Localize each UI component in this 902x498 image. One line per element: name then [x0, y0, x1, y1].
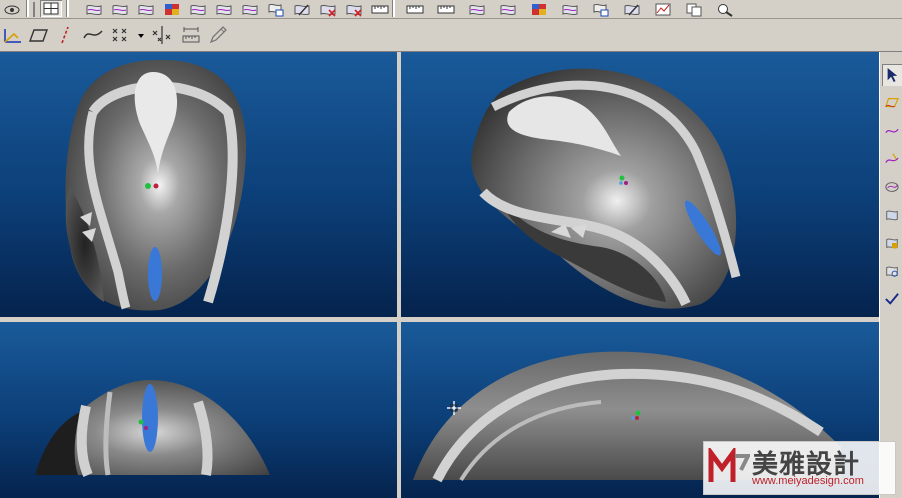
viewport-top-view[interactable]: [0, 52, 397, 317]
surface-delete-icon[interactable]: [344, 1, 364, 17]
sketch-toolbar: [0, 19, 902, 52]
surface-icon[interactable]: [214, 1, 234, 17]
surface-check-icon[interactable]: [882, 176, 902, 198]
viewport-splitter-vertical[interactable]: [397, 52, 401, 498]
surface-edit-icon[interactable]: [292, 1, 312, 17]
surface-icon[interactable]: [560, 1, 580, 17]
surface-copy-icon[interactable]: [266, 1, 286, 17]
toolbar-separator: [392, 0, 395, 17]
surface-icon[interactable]: [110, 1, 130, 17]
select-arrow-icon[interactable]: [882, 64, 902, 86]
axis-icon[interactable]: [1, 24, 25, 46]
ruler-icon[interactable]: [370, 1, 390, 17]
watermark-logo: 美雅設計 www.meiyadesign.com: [703, 441, 896, 495]
mouse-model-front: [35, 380, 270, 478]
move-cursor-icon: [446, 400, 462, 416]
curve-icon[interactable]: [882, 120, 902, 142]
surface-icon[interactable]: [84, 1, 104, 17]
sketch-curve-icon[interactable]: [882, 148, 902, 170]
copy-icon[interactable]: [684, 1, 704, 17]
curve-icon[interactable]: [81, 24, 105, 46]
right-toolbar: [879, 52, 902, 498]
surface-icon[interactable]: [240, 1, 260, 17]
checkmark-icon[interactable]: [882, 288, 902, 310]
surface-delete-icon[interactable]: [318, 1, 338, 17]
plane-icon[interactable]: [27, 24, 51, 46]
viewport-front-view[interactable]: [0, 322, 397, 498]
surface-edit-icon[interactable]: [622, 1, 642, 17]
main-toolbar: [0, 0, 902, 19]
surface-edit-icon[interactable]: [882, 232, 902, 254]
surface-copy-icon[interactable]: [882, 260, 902, 282]
chart-icon[interactable]: [653, 1, 673, 17]
surface-icon[interactable]: [882, 204, 902, 226]
surface-icon[interactable]: [136, 1, 156, 17]
dropdown-arrow-icon[interactable]: [135, 24, 147, 46]
shade-icon[interactable]: [162, 1, 182, 17]
view-icon[interactable]: [2, 1, 22, 17]
surface-icon[interactable]: [188, 1, 208, 17]
shade-icon[interactable]: [529, 1, 549, 17]
cross-points-icon[interactable]: [150, 24, 174, 46]
points-icon[interactable]: [109, 24, 133, 46]
surface-from-curves-icon[interactable]: [882, 92, 902, 114]
toolbar-separator: [26, 0, 29, 17]
zoom-icon[interactable]: [715, 1, 735, 17]
grid-icon[interactable]: [40, 0, 62, 17]
toolbar-separator: [66, 0, 69, 17]
pencil-icon[interactable]: [206, 24, 230, 46]
measure-icon[interactable]: [179, 24, 203, 46]
viewport-splitter-horizontal[interactable]: [0, 317, 879, 322]
surface-copy-icon[interactable]: [591, 1, 611, 17]
ruler-icon[interactable]: [436, 1, 456, 17]
viewport-isometric-view[interactable]: [401, 52, 879, 317]
ruler-icon[interactable]: [405, 1, 425, 17]
line-icon[interactable]: [53, 24, 77, 46]
mouse-model-isometric: [471, 68, 741, 309]
brand-logo-icon: [708, 448, 750, 482]
watermark-url: www.meiyadesign.com: [752, 475, 864, 487]
surface-icon[interactable]: [498, 1, 518, 17]
mouse-model-top: [65, 59, 247, 311]
surface-icon[interactable]: [467, 1, 487, 17]
